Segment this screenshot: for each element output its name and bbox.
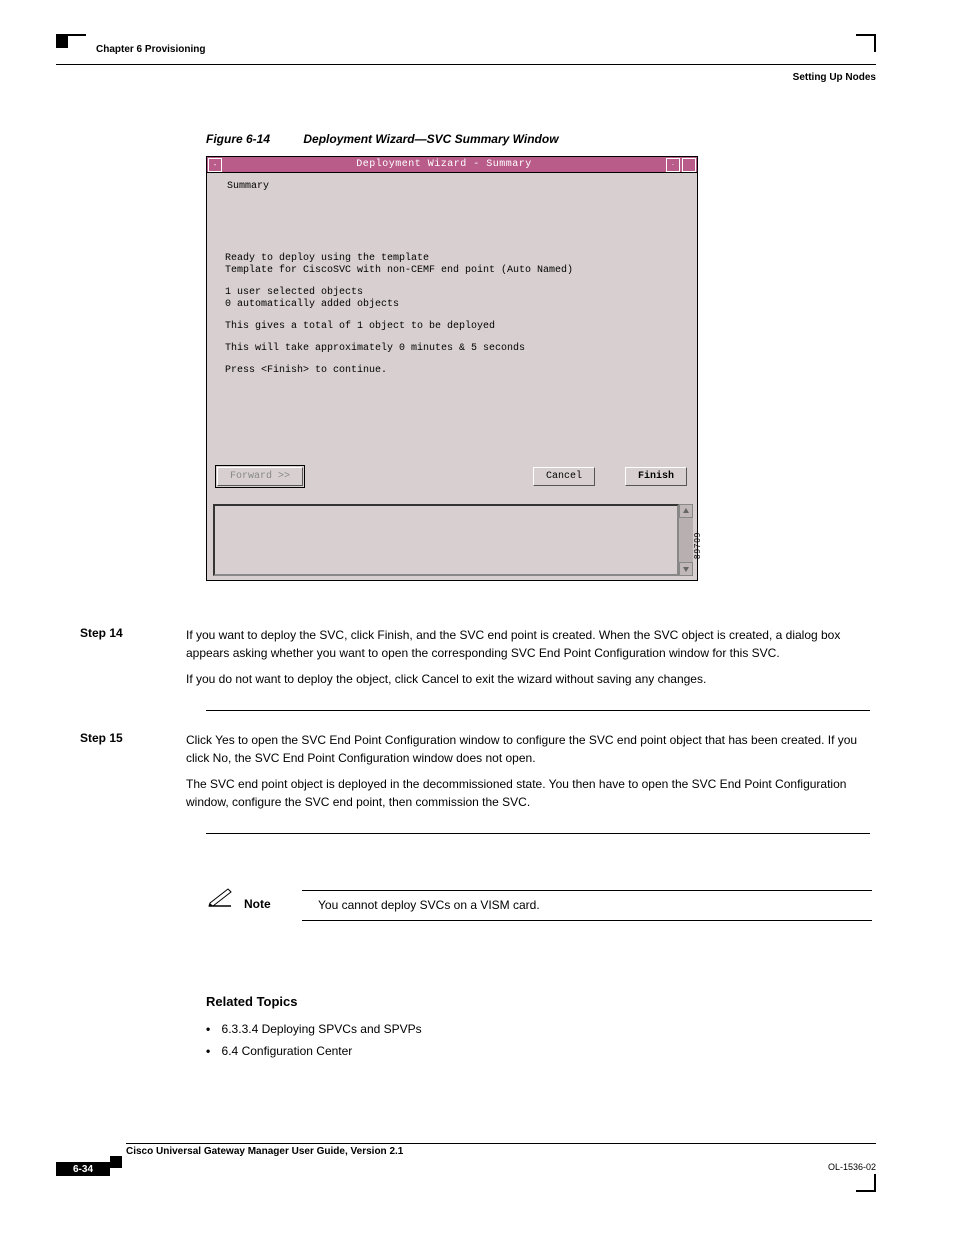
step-end-separator <box>206 833 870 834</box>
note-block: Note You cannot deploy SVCs on a VISM ca… <box>206 890 872 921</box>
header-rule <box>56 64 876 65</box>
note-label: Note <box>244 897 298 914</box>
section-heading: Setting Up Nodes <box>793 72 876 83</box>
note-rule-top <box>302 890 872 891</box>
related-topic-link-2[interactable]: 6.4 Configuration Center <box>206 1041 872 1063</box>
summary-line-2: Template for CiscoSVC with non-CEMF end … <box>225 265 573 276</box>
step-14-label: Step 14 <box>80 626 186 696</box>
summary-line-5: This gives a total of 1 object to be dep… <box>225 321 573 333</box>
page-corner-mark-right <box>874 34 876 52</box>
log-output-area <box>213 504 679 576</box>
footer-corner-box <box>110 1156 122 1168</box>
page-corner-mark-left <box>56 34 86 48</box>
deployment-wizard-dialog: - Deployment Wizard - Summary · Summary … <box>206 156 698 581</box>
step-14-text-2: If you do not want to deploy the object,… <box>186 670 870 688</box>
maximize-button[interactable] <box>682 158 696 172</box>
scroll-down-icon[interactable] <box>679 562 693 576</box>
step-15-label: Step 15 <box>80 731 186 819</box>
page-corner-mark-bottom-right <box>874 1174 876 1192</box>
summary-line-6: This will take approximately 0 minutes &… <box>225 343 573 355</box>
button-row: Forward >> Cancel Finish <box>217 463 687 489</box>
forward-button[interactable]: Forward >> <box>217 467 303 486</box>
summary-line-1: Ready to deploy using the template <box>225 253 429 264</box>
step-15: Step 15 Click Yes to open the SVC End Po… <box>80 731 870 819</box>
step-15-text-2: The SVC end point object is deployed in … <box>186 775 870 811</box>
note-text: You cannot deploy SVCs on a VISM card. <box>318 897 872 914</box>
summary-label: Summary <box>227 181 269 192</box>
page-number: 6-34 <box>56 1162 110 1176</box>
scroll-track[interactable] <box>679 518 693 562</box>
chapter-heading: Chapter 6 Provisioning <box>96 44 205 55</box>
summary-line-3: 1 user selected objects <box>225 287 363 298</box>
summary-line-7: Press <Finish> to continue. <box>225 365 573 377</box>
dialog-body: Summary Ready to deploy using the templa… <box>207 173 697 580</box>
pencil-icon <box>206 885 234 907</box>
footer-doc-title: Cisco Universal Gateway Manager User Gui… <box>126 1146 403 1157</box>
finish-button[interactable]: Finish <box>625 467 687 486</box>
summary-line-4: 0 automatically added objects <box>225 299 399 310</box>
related-topic-link-1[interactable]: 6.3.3.4 Deploying SPVCs and SPVPs <box>206 1019 872 1041</box>
step-14-text-1: If you want to deploy the SVC, click Fin… <box>186 626 870 662</box>
step-14: Step 14 If you want to deploy the SVC, c… <box>80 626 870 696</box>
related-topics: Related Topics 6.3.3.4 Deploying SPVCs a… <box>206 994 872 1062</box>
figure-caption: Figure 6-14 Deployment Wizard—SVC Summar… <box>206 132 559 146</box>
step-separator <box>206 710 870 711</box>
page-footer: Cisco Universal Gateway Manager User Gui… <box>56 1143 876 1184</box>
minimize-button[interactable]: · <box>666 158 680 172</box>
figure-title: Deployment Wizard—SVC Summary Window <box>303 132 558 146</box>
related-topics-heading: Related Topics <box>206 994 872 1009</box>
figure-number: Figure 6-14 <box>206 132 270 146</box>
figure-id-number: 89709 <box>693 532 702 559</box>
footer-revision: OL-1536-02 <box>828 1162 876 1172</box>
procedure-steps: Step 14 If you want to deploy the SVC, c… <box>80 626 870 854</box>
window-title: Deployment Wizard - Summary <box>223 159 665 170</box>
note-rule-bottom <box>302 920 872 921</box>
log-scrollbar[interactable] <box>679 504 693 576</box>
summary-text: Ready to deploy using the template Templ… <box>225 253 573 387</box>
titlebar: - Deployment Wizard - Summary · <box>207 157 697 173</box>
step-15-text-1: Click Yes to open the SVC End Point Conf… <box>186 731 870 767</box>
cancel-button[interactable]: Cancel <box>533 467 595 486</box>
scroll-up-icon[interactable] <box>679 504 693 518</box>
window-menu-button[interactable]: - <box>208 158 222 172</box>
